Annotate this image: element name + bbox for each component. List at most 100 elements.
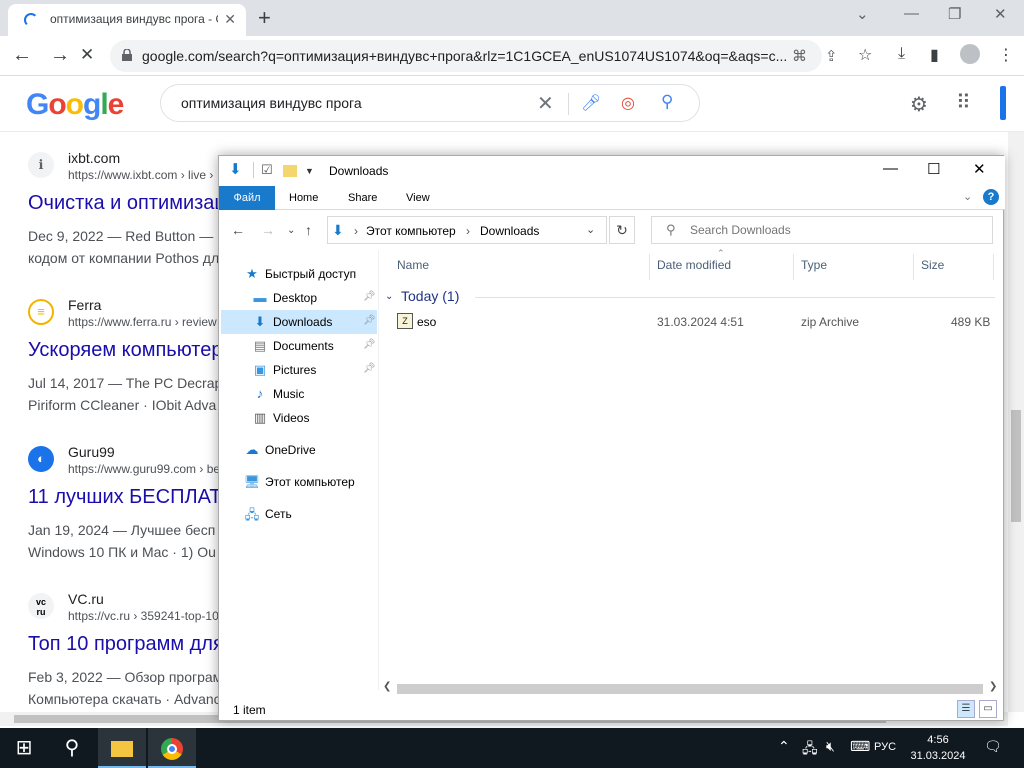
nav-pictures[interactable]: ▣ Pictures 📌︎ bbox=[251, 358, 377, 382]
file-row[interactable]: Z eso 31.03.2024 4:51 zip Archive 489 KB bbox=[379, 310, 1003, 332]
apps-icon[interactable]: ⠿ bbox=[956, 90, 971, 115]
tab-home[interactable]: Home bbox=[289, 192, 318, 204]
breadcrumb-separator-icon[interactable]: › bbox=[354, 224, 358, 238]
column-header-date[interactable]: Date modified bbox=[657, 258, 731, 272]
scroll-left-icon[interactable]: ❮ bbox=[383, 681, 391, 692]
group-header[interactable]: Today (1) bbox=[401, 288, 459, 304]
tab-share[interactable]: Share bbox=[348, 192, 377, 204]
clear-icon[interactable]: ✕ bbox=[537, 91, 554, 116]
result-title-link[interactable]: Топ 10 программ для bbox=[28, 633, 224, 656]
details-view-icon[interactable]: ☰ bbox=[957, 700, 975, 718]
properties-icon[interactable]: ☑ bbox=[261, 162, 273, 178]
google-logo[interactable]: Google bbox=[26, 88, 124, 122]
scroll-thumb[interactable] bbox=[1011, 410, 1021, 522]
result-site[interactable]: VC.ru bbox=[68, 591, 104, 607]
tab-file[interactable]: Файл bbox=[219, 186, 275, 210]
window-close-icon[interactable]: ✕ bbox=[994, 5, 1007, 23]
breadcrumb-this-pc[interactable]: Этот компьютер bbox=[366, 224, 456, 238]
breadcrumb-separator-icon[interactable]: › bbox=[466, 224, 470, 238]
result-site[interactable]: Guru99 bbox=[68, 444, 115, 460]
new-tab-icon[interactable]: + bbox=[258, 5, 271, 31]
input-indicator-icon[interactable]: ⌨︎ bbox=[850, 738, 870, 755]
notifications-icon[interactable]: 🗨︎ bbox=[984, 738, 1002, 755]
mic-icon[interactable]: 🎤︎ bbox=[581, 93, 601, 113]
column-separator[interactable] bbox=[649, 254, 650, 280]
restore-icon[interactable]: ❐ bbox=[948, 5, 961, 23]
result-title-link[interactable]: 11 лучших БЕСПЛАТ bbox=[28, 486, 222, 509]
chrome-taskbar-icon[interactable] bbox=[148, 728, 196, 768]
nav-documents[interactable]: ▤ Documents 📌︎ bbox=[251, 334, 377, 358]
sign-in-button[interactable] bbox=[1000, 86, 1006, 120]
profile-icon[interactable] bbox=[960, 44, 980, 64]
result-site[interactable]: ixbt.com bbox=[68, 150, 120, 166]
browser-tab[interactable]: оптимизация виндувс прога - G ✕ bbox=[8, 4, 246, 36]
network-icon[interactable]: 🖧︎ bbox=[802, 738, 818, 762]
sidepanel-icon[interactable]: ▮ bbox=[930, 45, 939, 65]
search-icon[interactable]: ⚲ bbox=[661, 92, 673, 112]
result-cite[interactable]: https://vc.ru › 359241-top-10 bbox=[68, 609, 219, 623]
pin-icon[interactable]: 📌︎ bbox=[363, 363, 376, 374]
result-site[interactable]: Ferra bbox=[68, 297, 101, 313]
reload-stop-icon[interactable]: ✕ bbox=[80, 45, 94, 65]
forward-icon[interactable]: → bbox=[261, 222, 275, 238]
translate-icon[interactable]: ⌘ bbox=[792, 47, 807, 65]
address-bar[interactable]: google.com/search?q=оптимизация+виндувс+… bbox=[110, 40, 838, 72]
column-header-size[interactable]: Size bbox=[921, 258, 944, 272]
download-icon[interactable]: ⤓ bbox=[898, 45, 905, 63]
scroll-thumb[interactable] bbox=[397, 684, 983, 694]
expand-ribbon-icon[interactable]: ⌄ bbox=[963, 190, 972, 203]
up-icon[interactable]: ↑ bbox=[305, 222, 312, 238]
lens-icon[interactable]: ◎ bbox=[621, 93, 635, 113]
large-icons-view-icon[interactable]: ▭ bbox=[979, 700, 997, 718]
refresh-icon[interactable]: ↻ bbox=[609, 216, 635, 244]
minimize-icon[interactable]: — bbox=[883, 160, 898, 177]
collapse-group-icon[interactable]: ⌄ bbox=[385, 291, 393, 302]
clock[interactable]: 4:56 31.03.2024 bbox=[906, 732, 970, 764]
pin-icon[interactable]: 📌︎ bbox=[363, 291, 376, 302]
language-indicator[interactable]: РУС bbox=[874, 741, 896, 753]
menu-icon[interactable]: ⋮ bbox=[998, 45, 1014, 65]
result-cite[interactable]: https://www.ixbt.com › live › bbox=[68, 168, 213, 182]
address-dropdown-icon[interactable]: ⌄ bbox=[586, 223, 595, 236]
nav-downloads[interactable]: ⬇ Downloads 📌︎ bbox=[221, 310, 377, 334]
page-vertical-scrollbar[interactable] bbox=[1008, 132, 1024, 712]
column-separator[interactable] bbox=[993, 254, 994, 280]
recent-locations-icon[interactable]: ⌄ bbox=[287, 225, 295, 236]
show-hidden-icons-icon[interactable]: ⌃ bbox=[778, 738, 790, 755]
minimize-icon[interactable]: — bbox=[904, 5, 919, 22]
column-header-name[interactable]: Name bbox=[397, 258, 429, 272]
back-icon[interactable]: ← bbox=[231, 222, 245, 238]
search-box[interactable]: ⚲ bbox=[651, 216, 993, 244]
help-icon[interactable]: ? bbox=[983, 189, 999, 205]
scroll-right-icon[interactable]: ❯ bbox=[989, 681, 997, 692]
tab-close-icon[interactable]: ✕ bbox=[224, 11, 236, 28]
share-icon[interactable]: ⇪ bbox=[825, 47, 838, 65]
volume-muted-icon[interactable]: 🔇︎ bbox=[826, 738, 835, 755]
close-icon[interactable]: ✕ bbox=[973, 160, 986, 178]
google-search-box[interactable]: оптимизация виндувс прога ✕ 🎤︎ ◎ ⚲ bbox=[160, 84, 700, 122]
quick-access-dropdown-icon[interactable]: ▼ bbox=[305, 166, 314, 176]
file-explorer-taskbar-icon[interactable] bbox=[98, 728, 146, 768]
column-header-type[interactable]: Type bbox=[801, 258, 827, 272]
back-icon[interactable]: ← bbox=[12, 44, 32, 67]
result-title-link[interactable]: Ускоряем компьютер bbox=[28, 339, 222, 362]
result-title-link[interactable]: Очистка и оптимизация bbox=[28, 192, 228, 215]
start-icon[interactable]: ⊞ bbox=[0, 728, 48, 768]
tab-view[interactable]: View bbox=[406, 192, 430, 204]
star-icon[interactable]: ☆ bbox=[858, 45, 872, 65]
address-box[interactable]: ⬇ › Этот компьютер › Downloads ⌄ bbox=[327, 216, 607, 244]
breadcrumb-downloads[interactable]: Downloads bbox=[480, 224, 539, 238]
column-separator[interactable] bbox=[913, 254, 914, 280]
search-query[interactable]: оптимизация виндувс прога bbox=[181, 95, 362, 111]
new-folder-icon[interactable] bbox=[283, 165, 297, 177]
search-icon[interactable]: ⚲ bbox=[48, 728, 96, 768]
nav-desktop[interactable]: ▬ Desktop 📌︎ bbox=[251, 286, 377, 310]
pin-icon[interactable]: 📌︎ bbox=[363, 339, 376, 350]
tab-search-icon[interactable]: ⌄ bbox=[856, 5, 869, 23]
explorer-horizontal-scrollbar[interactable]: ❮ ❯ bbox=[379, 680, 1003, 696]
settings-icon[interactable]: ⚙ bbox=[910, 92, 928, 117]
result-cite[interactable]: https://www.ferra.ru › review bbox=[68, 315, 217, 329]
result-cite[interactable]: https://www.guru99.com › be bbox=[68, 462, 220, 476]
forward-icon[interactable]: → bbox=[50, 44, 70, 67]
pin-icon[interactable]: 📌︎ bbox=[363, 315, 376, 326]
